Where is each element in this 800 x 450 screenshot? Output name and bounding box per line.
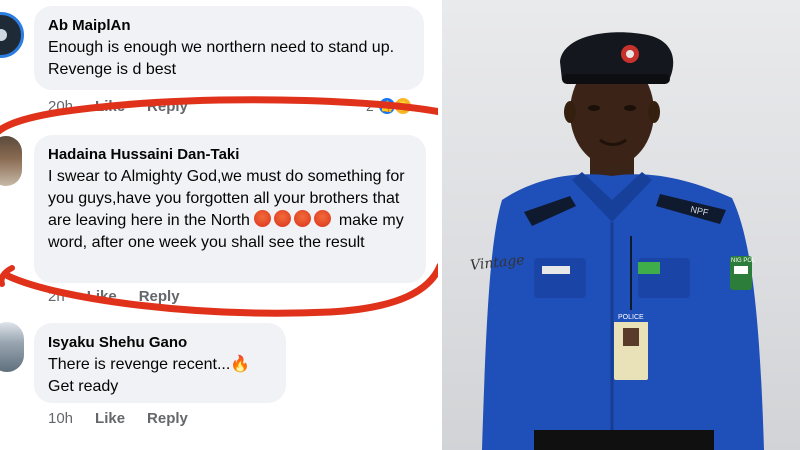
comment-text: I swear to Almighty God,we must do somet… [48,166,412,254]
avatar-hadaina[interactable] [0,136,22,186]
arm-patch-text: NIG POL [731,258,756,264]
comment-author[interactable]: Isyaku Shehu Gano [48,333,272,352]
comment-time[interactable]: 2h [48,288,65,305]
comment-text: There is revenge recent...🔥 Get ready [48,354,272,398]
fire-emoji-icon: 🔥 [230,356,251,373]
reply-link[interactable]: Reply [147,98,188,115]
haha-icon: 😆 [392,96,413,116]
comment-bubble-1: Ab MaiplAn Enough is enough we northern … [34,6,424,90]
reaction-summary[interactable]: 2 👍 😆 [366,96,413,116]
avatar-logo-icon [0,29,7,41]
comment-author[interactable]: Hadaina Hussaini Dan-Taki [48,145,412,164]
avatar-isyaku[interactable] [0,322,24,372]
comment-author[interactable]: Ab MaiplAn [48,16,410,35]
like-link[interactable]: Like [95,98,125,115]
like-link[interactable]: Like [87,288,117,305]
comment-time[interactable]: 10h [48,410,73,427]
comment-bubble-2: Hadaina Hussaini Dan-Taki I swear to Alm… [34,135,426,283]
reply-link[interactable]: Reply [139,288,180,305]
angry-emoji-icon [314,210,332,227]
angry-emoji-group [254,210,334,229]
comment-text-line2: Get ready [48,378,119,395]
comment-actions-3: 10h Like Reply [48,410,188,427]
comments-panel: Ab MaiplAn Enough is enough we northern … [0,0,438,450]
comment-time[interactable]: 20h [48,98,73,115]
angry-emoji-icon [254,210,272,227]
comment-actions-2: 2h Like Reply [48,288,180,305]
reply-link[interactable]: Reply [147,410,188,427]
comment-bubble-3: Isyaku Shehu Gano There is revenge recen… [34,323,286,403]
police-officer-image: NPF POLICE NIG POL [482,32,764,450]
comment-text: Enough is enough we northern need to sta… [48,39,395,78]
id-card-text: POLICE [618,314,644,321]
like-link[interactable]: Like [95,410,125,427]
reaction-count: 2 [366,98,374,114]
angry-emoji-icon [274,210,292,227]
avatar-ab-maiplan[interactable] [0,12,24,58]
angry-emoji-icon [294,210,312,227]
officer-photo: NPF POLICE NIG POL Vintage [442,0,800,450]
comment-text-line1: There is revenge recent... [48,356,231,373]
comment-actions-1: 20h Like Reply [48,98,188,115]
